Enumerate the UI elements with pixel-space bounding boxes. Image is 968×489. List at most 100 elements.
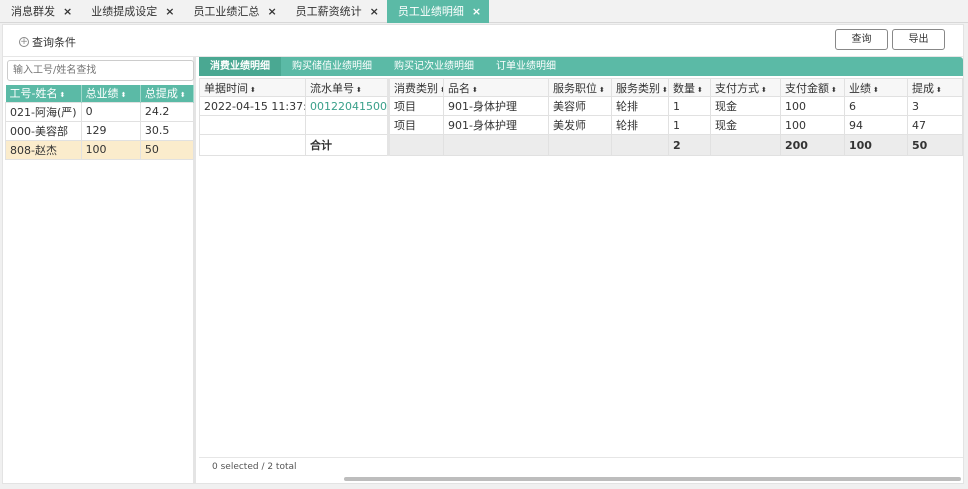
sort-icon[interactable]: ⬍	[356, 86, 362, 94]
total-amount: 200	[780, 134, 845, 156]
detail-table-wrap: 单据时间⬍ 流水单号⬍ 消费类别⬍ 品名⬍ 服务职位⬍ 服务类别⬍ 数量⬍ 支付…	[199, 78, 963, 156]
main-panel: + 查询条件 查询 导出 工号-姓名⬍ 总业绩⬍ 总提成⬍ 021-阿海(严) …	[2, 24, 964, 484]
column-header-commission[interactable]: 提成 ⬍	[907, 78, 963, 97]
subtab-order-detail[interactable]: 订单业绩明细	[485, 57, 567, 76]
plus-circle-icon: +	[19, 37, 29, 47]
table-row[interactable]: 000-美容部 129 30.5	[5, 120, 195, 141]
sort-icon[interactable]: ⬍	[697, 86, 703, 94]
total-qty: 2	[668, 134, 711, 156]
table-row[interactable]: 2022-04-15 11:37:19 001220415003 项目 901-…	[199, 96, 963, 116]
sort-icon[interactable]: ⬍	[761, 86, 767, 94]
sort-icon[interactable]: ⬍	[472, 86, 478, 94]
cell-empty	[199, 134, 306, 156]
subtab-stored-value-detail[interactable]: 购买储值业绩明细	[281, 57, 383, 76]
employee-name: 808-赵杰	[5, 139, 82, 160]
sort-icon[interactable]: ⬍	[599, 86, 605, 94]
detail-panel: 消费业绩明细 购买储值业绩明细 购买记次业绩明细 订单业绩明细 单据时间 ⬍ 流水…	[199, 57, 963, 483]
sort-icon[interactable]: ⬍	[440, 86, 443, 94]
tab-commission-settings[interactable]: 业绩提成设定 ×	[80, 0, 182, 23]
tab-label: 消息群发	[11, 5, 55, 18]
tab-employee-perf-summary[interactable]: 员工业绩汇总 ×	[182, 0, 284, 23]
total-row: 合计 2 200 100 50	[199, 134, 963, 156]
cell-service-type: 轮排	[611, 115, 669, 135]
cell-position: 美发师	[548, 115, 612, 135]
column-header-qty[interactable]: 数量 ⬍	[668, 78, 711, 97]
cell-empty	[548, 134, 612, 156]
column-header-category[interactable]: 消费类别⬍	[388, 78, 444, 97]
sort-icon[interactable]: ⬍	[831, 86, 837, 94]
column-header-position[interactable]: 服务职位 ⬍	[548, 78, 612, 97]
table-row[interactable]: 项目 901-身体护理 美发师 轮排 1 现金 100 94 47	[199, 115, 963, 135]
cell-time	[199, 115, 306, 135]
cell-amount: 100	[780, 115, 845, 135]
query-condition-toggle[interactable]: + 查询条件	[19, 34, 76, 50]
close-icon[interactable]: ×	[370, 0, 379, 23]
column-header-serial[interactable]: 流水单号 ⬍	[305, 78, 390, 97]
cell-pay-method: 现金	[710, 115, 781, 135]
cell-qty: 1	[668, 115, 711, 135]
column-header-product[interactable]: 品名 ⬍	[443, 78, 549, 97]
close-icon[interactable]: ×	[63, 0, 72, 23]
close-icon[interactable]: ×	[472, 0, 481, 23]
tab-employee-salary-stats[interactable]: 员工薪资统计 ×	[285, 0, 387, 23]
total-performance: 100	[844, 134, 908, 156]
total-commission: 50	[907, 134, 963, 156]
column-header-total-perf[interactable]: 总业绩 ⬍	[81, 85, 141, 102]
export-button[interactable]: 导出	[892, 29, 945, 50]
tab-label: 员工业绩汇总	[193, 5, 260, 18]
cell-position: 美容师	[548, 96, 612, 116]
column-header-service-type[interactable]: 服务类别 ⬍	[611, 78, 669, 97]
close-icon[interactable]: ×	[165, 0, 174, 23]
sort-icon[interactable]: ⬍	[662, 86, 668, 94]
cell-empty	[388, 134, 444, 156]
tab-message-broadcast[interactable]: 消息群发 ×	[0, 0, 80, 23]
cell-category: 项目	[388, 115, 444, 135]
tab-label: 员工业绩明细	[397, 5, 464, 18]
cell-product: 901-身体护理	[443, 115, 549, 135]
query-button[interactable]: 查询	[835, 29, 888, 50]
detail-table: 单据时间⬍ 流水单号⬍ 消费类别⬍ 品名⬍ 服务职位⬍ 服务类别⬍ 数量⬍ 支付…	[199, 78, 963, 156]
tab-bar: 消息群发 × 业绩提成设定 × 员工业绩汇总 × 员工薪资统计 × 员工业绩明细…	[0, 0, 968, 23]
detail-tabs: 消费业绩明细 购买储值业绩明细 购买记次业绩明细 订单业绩明细	[199, 57, 963, 76]
total-performance: 100	[80, 139, 141, 160]
toolbar: + 查询条件 查询 导出	[3, 25, 963, 57]
tab-employee-perf-detail[interactable]: 员工业绩明细 ×	[386, 0, 490, 23]
employee-search-input[interactable]	[7, 60, 194, 81]
employee-name: 021-阿海(严)	[5, 101, 82, 122]
serial-link[interactable]: 001220415003	[305, 96, 390, 116]
column-header-total-comm[interactable]: 总提成 ⬍	[140, 85, 195, 102]
subtab-consumption-detail[interactable]: 消费业绩明细	[199, 57, 281, 76]
cell-service-type: 轮排	[611, 96, 669, 116]
cell-performance: 6	[844, 96, 908, 116]
tab-label: 员工薪资统计	[295, 5, 362, 18]
cell-commission: 3	[907, 96, 963, 116]
employee-name: 000-美容部	[5, 120, 82, 141]
sort-icon[interactable]: ⬍	[59, 91, 65, 99]
tab-label: 业绩提成设定	[91, 5, 158, 18]
column-header-time[interactable]: 单据时间 ⬍	[199, 78, 306, 97]
cell-pay-method: 现金	[710, 96, 781, 116]
employee-table: 工号-姓名 ⬍ 总业绩 ⬍ 总提成 ⬍ 021-阿海(严) 0 24.2 000-美容…	[5, 85, 195, 160]
column-header-employee[interactable]: 工号-姓名 ⬍	[5, 85, 82, 102]
column-header-amount[interactable]: 支付金额 ⬍	[780, 78, 845, 97]
sort-icon[interactable]: ⬍	[250, 86, 256, 94]
cell-empty	[611, 134, 669, 156]
sort-icon[interactable]: ⬍	[121, 91, 127, 99]
subtab-count-card-detail[interactable]: 购买记次业绩明细	[383, 57, 485, 76]
sort-icon[interactable]: ⬍	[180, 91, 186, 99]
cell-amount: 100	[780, 96, 845, 116]
total-commission: 50	[139, 139, 195, 160]
sort-icon[interactable]: ⬍	[873, 86, 879, 94]
sort-icon[interactable]: ⬍	[936, 86, 942, 94]
table-row[interactable]: 021-阿海(严) 0 24.2	[5, 101, 195, 122]
cell-performance: 94	[844, 115, 908, 135]
query-condition-label: 查询条件	[32, 36, 76, 49]
horizontal-scrollbar[interactable]	[344, 477, 961, 481]
column-header-performance[interactable]: 业绩 ⬍	[844, 78, 908, 97]
cell-product: 901-身体护理	[443, 96, 549, 116]
column-header-pay-method[interactable]: 支付方式 ⬍	[710, 78, 781, 97]
serial-link[interactable]	[305, 115, 390, 135]
close-icon[interactable]: ×	[267, 0, 276, 23]
cell-category: 项目	[388, 96, 444, 116]
table-row-selected[interactable]: 808-赵杰 100 50	[5, 139, 195, 160]
